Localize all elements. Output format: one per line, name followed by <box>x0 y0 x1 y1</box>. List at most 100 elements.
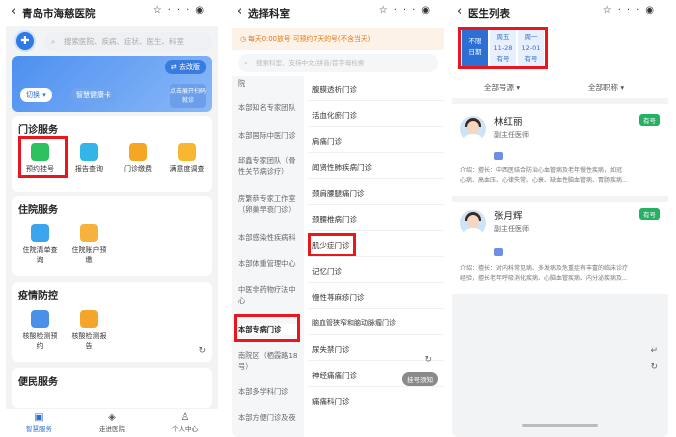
category-item[interactable]: 中医非药物疗法中心 <box>238 284 300 306</box>
registration-notice-button[interactable]: 挂号须知 <box>402 372 438 386</box>
doctor-card[interactable]: 张月辉 副主任医师 有号 介绍：擅长：对内科常见病、多发病及危重症有丰富的临床诊… <box>452 202 668 294</box>
category-item[interactable]: 本部知名专家团队 <box>238 102 300 113</box>
return-icon[interactable]: ↵ <box>650 346 658 356</box>
more-icon[interactable]: ··· <box>168 5 196 16</box>
department-item[interactable]: 记忆门诊 <box>312 266 342 277</box>
search-input[interactable]: ⌕ 搜索医院、疾病、症状、医生、科室 <box>44 32 212 51</box>
star-icon[interactable]: ☆ <box>153 5 168 16</box>
department-item[interactable]: 闻贤性肺疾病门诊 <box>312 162 372 173</box>
star-icon[interactable]: ☆ <box>603 5 618 16</box>
target-icon[interactable]: ◉ <box>195 5 210 16</box>
search-icon: ⌕ <box>244 59 248 67</box>
page-title: 青岛市海慈医院 <box>22 8 96 20</box>
qr-hint[interactable]: 点击展开扫码就诊 <box>170 84 206 108</box>
doctor-list-screen: ‹ 医生列表 ☆···◉ 不限 日期 周五 11-28 有号 周一 12-01 有号 全部… <box>452 0 668 437</box>
survey-icon <box>178 143 196 161</box>
section-title: 疫情防控 <box>18 291 58 302</box>
category-item[interactable]: 房繁恭专家工作室（卵巢早衰门诊） <box>238 193 300 215</box>
department-item[interactable]: 尿失禁门诊 <box>312 344 350 355</box>
back-icon[interactable]: ‹ <box>237 4 242 19</box>
search-input[interactable]: ⌕ 搜索科室、支持中文/拼音/首字母检索 <box>238 54 438 72</box>
inpatient-list-button[interactable]: 住院清单查询 <box>20 224 60 265</box>
back-icon[interactable]: ‹ <box>457 4 462 19</box>
department-item[interactable]: 颈肩腰腿痛门诊 <box>312 188 365 199</box>
health-card-banner[interactable]: ⇄ 去改版 切换 ▾ 智慧健康卡 点击展开扫码就诊 <box>12 56 212 112</box>
more-icon[interactable]: ··· <box>618 5 646 16</box>
refresh-icon[interactable]: ↻ <box>198 346 206 356</box>
clock-icon: ◷ <box>240 35 246 43</box>
department-item[interactable]: 痛痛科门诊 <box>312 396 350 407</box>
tag-icon <box>494 248 503 256</box>
doctor-title: 副主任医师 <box>494 225 529 233</box>
category-item[interactable]: 本部体重管理中心 <box>238 258 300 269</box>
title-filter[interactable]: 全部职称 ▾ <box>588 82 624 93</box>
availability-badge: 有号 <box>639 114 660 126</box>
doctor-intro-line2: 心病、高血压、心律失常、心衰、缺血性脑血管病、胃肠疾病... <box>460 177 628 184</box>
home-icon: ▣ <box>34 412 44 423</box>
hospital-home-screen: ‹ 青岛市海慈医院 ☆···◉ ✚ ⌕ 搜索医院、疾病、症状、医生、科室 ⇄ 去… <box>6 0 218 437</box>
highlight-box <box>458 27 548 69</box>
department-item[interactable]: 腹膜透析门诊 <box>312 84 357 95</box>
nat-report-button[interactable]: 核酸检测报告 <box>69 310 109 351</box>
list-icon <box>31 224 49 242</box>
department-select-screen: ‹ 选择科室 ☆···◉ ◷ 每天0:00放号 可预约7天的号(不含当天) ⌕ … <box>232 0 444 437</box>
highlight-box <box>18 136 68 178</box>
category-item[interactable]: 南院区（栖霞路18号） <box>238 350 300 372</box>
hospital-logo: ✚ <box>14 30 36 52</box>
doctor-name: 林红丽 <box>494 117 523 128</box>
target-icon[interactable]: ◉ <box>421 5 436 16</box>
category-item[interactable]: 本部方便门诊及夜 <box>238 412 300 423</box>
doctor-intro: 介绍：擅长：对内科常见病、多发病及危重症有丰富的临床诊疗 <box>460 265 629 272</box>
nav-bar: ‹ 选择科室 ☆···◉ <box>232 0 444 26</box>
more-icon[interactable]: ··· <box>394 5 422 16</box>
home-indicator <box>522 424 598 427</box>
switch-button[interactable]: 切换 ▾ <box>20 88 52 102</box>
category-item[interactable]: 本部多学科门诊 <box>238 386 300 397</box>
tab-bar: ▣ 智慧服务 ◈ 走进医院 ♙ 个人中心 <box>6 409 218 437</box>
report-query-button[interactable]: 报告查询 <box>69 143 109 174</box>
inpatient-prepay-button[interactable]: 住院账户预缴 <box>69 224 109 265</box>
nav-bar: ‹ 青岛市海慈医院 ☆···◉ <box>6 0 218 26</box>
survey-button[interactable]: 满意度调查 <box>167 143 207 174</box>
convenience-card: 便民服务 <box>12 368 212 408</box>
department-item[interactable]: 神经痛痛门诊 <box>312 370 357 381</box>
search-placeholder: 搜索医院、疾病、症状、医生、科室 <box>64 37 184 46</box>
doctor-title: 副主任医师 <box>494 131 529 139</box>
flask-icon <box>31 310 49 328</box>
category-item[interactable]: 本部感染性疾病科 <box>238 232 300 243</box>
payment-button[interactable]: 门诊缴费 <box>118 143 158 174</box>
page-title: 医生列表 <box>468 8 510 20</box>
department-item[interactable]: 肩痛门诊 <box>312 136 342 147</box>
tab-smart-service[interactable]: ▣ 智慧服务 <box>14 412 64 433</box>
source-filter[interactable]: 全部号源 ▾ <box>484 82 520 93</box>
category-item[interactable]: 院 <box>238 78 300 89</box>
doctor-name: 张月辉 <box>494 211 523 222</box>
section-title: 门诊服务 <box>18 125 58 136</box>
tab-profile[interactable]: ♙ 个人中心 <box>160 412 210 433</box>
target-icon[interactable]: ◉ <box>645 5 660 16</box>
star-icon[interactable]: ☆ <box>379 5 394 16</box>
department-item[interactable]: 活血化瘀门诊 <box>312 110 357 121</box>
doctor-card[interactable]: 林红丽 副主任医师 有号 介绍：擅长：中西医结合防治心血管病及老年慢性疾病，如冠… <box>452 104 668 196</box>
department-item[interactable]: 脑血管狭窄和脑动脉瘤门诊 <box>312 318 396 328</box>
doctor-intro-line2: 经验，擅长老年呼吸消化疾病、心脑血管疾病、内分泌疾病及... <box>460 275 628 282</box>
refresh-icon[interactable]: ↻ <box>424 355 432 365</box>
department-item[interactable]: 慢性荨麻疹门诊 <box>312 292 365 303</box>
money-bag-icon <box>80 224 98 242</box>
nat-booking-button[interactable]: 核酸检测预约 <box>20 310 60 351</box>
department-item[interactable]: 颈腰椎病门诊 <box>312 214 357 225</box>
old-version-button[interactable]: ⇄ 去改版 <box>164 60 206 74</box>
doctor-intro: 介绍：擅长：中西医结合防治心血管病及老年慢性疾病，如冠 <box>460 167 623 174</box>
chevron-down-icon: ▾ <box>516 83 521 92</box>
highlight-box <box>308 233 356 257</box>
category-item[interactable]: 邱鑫专家团队（骨性关节病诊疗） <box>238 155 300 177</box>
highlight-box <box>234 314 300 342</box>
refresh-icon[interactable]: ↻ <box>650 362 658 372</box>
tag-icon <box>494 152 503 160</box>
back-icon[interactable]: ‹ <box>11 4 16 19</box>
health-card-label: 智慧健康卡 <box>70 88 117 102</box>
section-title: 住院服务 <box>18 205 58 216</box>
tab-hospital[interactable]: ◈ 走进医院 <box>87 412 137 433</box>
page-title: 选择科室 <box>248 8 290 20</box>
category-item[interactable]: 本部国际中医门诊 <box>238 130 300 141</box>
